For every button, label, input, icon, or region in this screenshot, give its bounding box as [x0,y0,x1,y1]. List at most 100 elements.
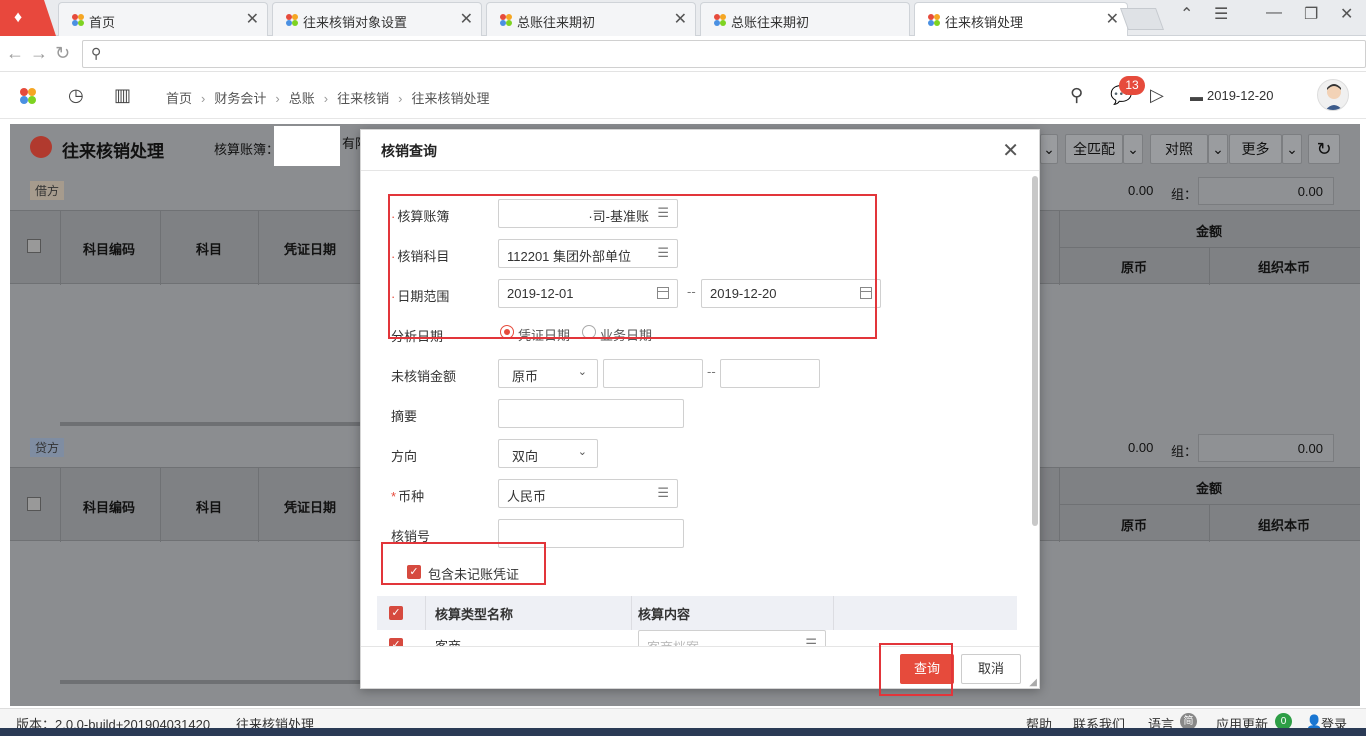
more-button[interactable]: 更多 [1229,134,1282,164]
list-icon[interactable]: ☰ [805,636,817,646]
chevron-right-icon: › [275,91,280,106]
col-type-name: 核算类型名称 [435,607,514,622]
column-divider [160,468,161,542]
close-icon[interactable]: ✕ [1002,138,1019,163]
row-checkbox[interactable]: ✓ [389,638,403,646]
browser-tab-label: 总账往来期初 [517,15,596,30]
amount-range-separator: -- [707,364,716,379]
chevron-down-icon: ⌄ [577,366,587,378]
reload-icon[interactable]: ↻ [55,43,70,64]
select-all-checkbox[interactable] [27,497,41,511]
col-subject-code: 科目编码 [83,500,136,515]
browser-tab-verify-process[interactable]: 往来核销处理 ✕ [914,2,1128,36]
breadcrumb-finance[interactable]: 财务会计 [214,91,266,106]
browser-tab-verify-settings[interactable]: 往来核销对象设置 ✕ [272,2,482,36]
currency-field[interactable]: 人民币 ☰ [498,479,678,508]
search-icon: ⚲ [91,45,102,61]
column-divider [60,211,61,285]
unverified-amount-label: 未核销金额 [391,369,457,384]
history-icon[interactable]: ◷ [68,85,84,106]
content-placeholder: 客商档案 [647,637,699,646]
col-org-currency: 组织本币 [1258,518,1311,533]
close-icon[interactable]: ✕ [1106,9,1119,29]
breadcrumb-general-ledger[interactable]: 总账 [289,91,315,106]
credit-scrollbar[interactable] [60,680,370,684]
app-logo-icon[interactable] [18,86,38,106]
browser-tab-label: 往来核销处理 [945,15,1024,30]
collapse-icon[interactable]: ⌃ [1180,4,1193,24]
column-divider [1209,247,1210,285]
more-dropdown[interactable]: ⌄ [1282,134,1302,164]
dialog-scrollbar[interactable] [1032,176,1038,526]
breadcrumb-current: 往来核销处理 [411,91,490,106]
match-all-dropdown[interactable]: ⌄ [1123,134,1143,164]
play-icon[interactable]: ▷ [1150,85,1164,106]
notification-badge: 13 [1119,76,1145,95]
window-close-icon[interactable]: ✕ [1340,4,1353,24]
col-amount: 金额 [1196,481,1223,496]
search-icon[interactable]: ⚲ [1070,85,1083,106]
ledger-field[interactable] [274,126,340,166]
refresh-icon[interactable]: ↻ [1308,134,1340,164]
org-structure-icon[interactable]: ▥ [114,85,131,106]
debit-scrollbar[interactable] [60,422,370,426]
select-all-checkbox[interactable] [27,239,41,253]
credit-label: 贷方 [30,438,65,457]
browser-tab-ledger-opening-2[interactable]: 总账往来期初 [700,2,910,36]
dropdown-arrow-button[interactable]: ⌄ [1040,134,1058,164]
back-icon[interactable]: ← [6,43,24,64]
ledger-label: 核算账簿： [214,142,280,157]
credit-group-total-field: 0.00 [1198,434,1334,462]
debit-label: 借方 [30,181,65,200]
browser-logo-icon[interactable]: ♦ [0,0,56,36]
col-voucher-date: 凭证日期 [284,500,337,515]
user-avatar-icon [1325,84,1343,110]
summary-input[interactable] [498,399,684,428]
avatar[interactable] [1317,79,1349,111]
new-tab-button[interactable] [1119,8,1165,30]
highlight-box [388,194,877,339]
menu-icon[interactable]: ☰ [1214,4,1228,24]
url-input[interactable]: ⚲ [82,40,1366,68]
close-icon[interactable]: ✕ [460,9,473,29]
close-icon[interactable]: ✕ [674,9,687,29]
compare-dropdown[interactable]: ⌄ [1208,134,1228,164]
resize-handle-icon[interactable]: ◢ [1029,677,1037,688]
direction-label: 方向 [391,449,418,464]
amount-from-input[interactable] [603,359,703,388]
browser-tab-ledger-opening-1[interactable]: 总账往来期初 ✕ [486,2,696,36]
amount-to-input[interactable] [720,359,820,388]
cancel-button[interactable]: 取消 [961,654,1021,684]
col-voucher-date: 凭证日期 [284,242,337,257]
browser-tab-label: 总账往来期初 [731,15,810,30]
currency-type-select[interactable]: 原币 ⌄ [498,359,598,388]
breadcrumb-verification[interactable]: 往来核销 [337,91,389,106]
close-icon[interactable]: ✕ [246,9,259,29]
direction-select[interactable]: 双向 ⌄ [498,439,598,468]
highlight-box [381,542,546,585]
breadcrumb-home[interactable]: 首页 [166,91,192,106]
page-title-icon [30,136,52,158]
maximize-icon[interactable]: ❐ [1304,4,1318,24]
app-flower-icon [928,14,940,26]
match-all-button[interactable]: 全匹配 [1065,134,1123,164]
content-input[interactable]: 客商档案 ☰ [638,630,826,646]
col-subject: 科目 [196,500,223,515]
currency-label-text: 币种 [398,489,425,504]
column-divider [258,211,259,285]
list-icon[interactable]: ☰ [657,485,669,501]
compare-button[interactable]: 对照 [1150,134,1208,164]
browser-tab-home[interactable]: 首页 ✕ [58,2,268,36]
forward-icon[interactable]: → [30,43,48,64]
browser-tab-strip: ♦ 首页 ✕ 往来核销对象设置 ✕ 总账往来期初 ✕ 总账往来期初 往来核销处理… [0,0,1366,36]
breadcrumb: 首页 › 财务会计 › 总账 › 往来核销 › 往来核销处理 [166,88,489,107]
business-date[interactable]: 2019-12-20 [1207,88,1274,103]
column-divider [1059,211,1060,285]
column-divider [631,596,632,630]
select-all-checkbox[interactable]: ✓ [389,606,403,620]
required-mark: * [391,489,397,504]
col-original-currency: 原币 [1121,518,1148,533]
credit-total: 0.00 [1128,440,1154,455]
minimize-icon[interactable]: — [1266,4,1282,22]
verification-query-dialog: 核销查询 ✕ · 核算账簿 ·司-基准账 ☰ · 核销科目 112201 集团外部单… [360,129,1040,696]
